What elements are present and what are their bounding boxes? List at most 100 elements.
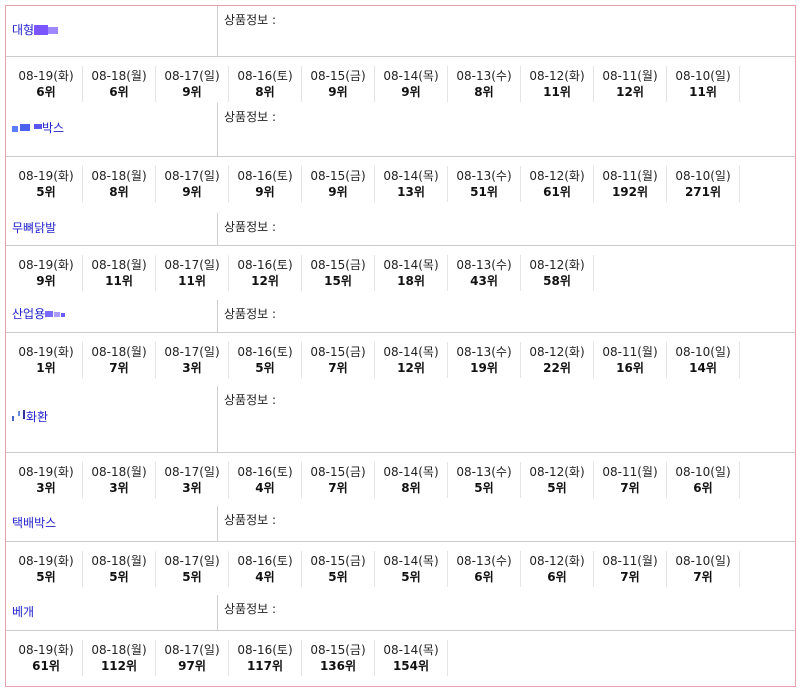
rank-value: 61위 — [32, 659, 60, 673]
rank-cell: 08-16(토) 12위 — [229, 255, 302, 291]
product-keyword-link[interactable]: 베개 — [12, 604, 34, 620]
rank-date: 08-14(목) — [383, 169, 439, 183]
rank-date: 08-13(수) — [456, 258, 512, 272]
rank-date: 08-17(일) — [164, 258, 220, 272]
product-keyword-text: 박스 — [42, 121, 65, 135]
product-keyword-link[interactable]: 박스 — [12, 120, 64, 136]
rank-value: 9위 — [328, 185, 348, 199]
rank-cell: 08-14(목) 8위 — [375, 462, 448, 498]
rank-cell: 08-14(목) 154위 — [375, 640, 448, 676]
rank-date: 08-12(화) — [529, 258, 585, 272]
rank-cell: 08-17(일) 11위 — [156, 255, 229, 291]
rank-value: 5위 — [36, 570, 56, 584]
rank-cell: 08-15(금) 15위 — [302, 255, 375, 291]
rank-cell: 08-18(월) 8위 — [83, 166, 156, 202]
rank-value: 7위 — [693, 570, 713, 584]
product-keyword-text: 베개 — [12, 605, 35, 619]
rank-value: 3위 — [36, 481, 56, 495]
rank-date: 08-19(화) — [18, 554, 74, 568]
rank-cell: 08-18(월) 3위 — [83, 462, 156, 498]
rank-value: 11위 — [689, 85, 717, 99]
rank-cell: 08-17(일) 9위 — [156, 66, 229, 102]
rank-date: 08-13(수) — [456, 465, 512, 479]
product-info-label: 상품정보 : — [224, 307, 277, 321]
rank-value: 117위 — [246, 659, 284, 673]
rank-cell: 08-13(수) 19위 — [448, 342, 521, 378]
rank-date: 08-12(화) — [529, 69, 585, 83]
rank-cell: 08-15(금) 7위 — [302, 462, 375, 498]
rank-cell: 08-16(토) 9위 — [229, 166, 302, 202]
rank-date: 08-16(토) — [237, 643, 293, 657]
rank-date: 08-14(목) — [383, 465, 439, 479]
rank-cell: 08-13(수) 6위 — [448, 551, 521, 587]
rank-value: 5위 — [36, 185, 56, 199]
rank-value: 43위 — [470, 274, 498, 288]
rank-value: 9위 — [36, 274, 56, 288]
product-keyword-link[interactable]: 화환 — [12, 409, 48, 425]
rank-date: 08-16(토) — [237, 345, 293, 359]
rank-date: 08-13(수) — [456, 345, 512, 359]
product-keyword-link[interactable]: 택배박스 — [12, 515, 56, 531]
rank-date: 08-19(화) — [18, 169, 74, 183]
redacted-text-icon — [45, 311, 66, 317]
rank-value: 8위 — [255, 85, 275, 99]
rank-date: 08-15(금) — [310, 554, 366, 568]
product-header: 화환 상품정보 : — [6, 386, 795, 453]
rank-cell: 08-15(금) 5위 — [302, 551, 375, 587]
rank-date: 08-10(일) — [675, 465, 731, 479]
rank-value: 9위 — [182, 85, 202, 99]
rank-date: 08-15(금) — [310, 643, 366, 657]
rank-date: 08-15(금) — [310, 258, 366, 272]
rank-cell: 08-11(월) 12위 — [594, 66, 667, 102]
product-header: 베개 상품정보 : — [6, 595, 795, 631]
rank-cell: 08-18(월) 7위 — [83, 342, 156, 378]
rank-date: 08-10(일) — [675, 345, 731, 359]
rank-date: 08-18(월) — [91, 345, 147, 359]
rank-date: 08-17(일) — [164, 169, 220, 183]
rank-cell: 08-11(월) 16위 — [594, 342, 667, 378]
rank-cell: 08-13(수) 43위 — [448, 255, 521, 291]
product-keyword-link[interactable]: 산업용 — [12, 306, 66, 322]
rank-value: 22위 — [543, 361, 571, 375]
rank-date: 08-11(월) — [602, 169, 658, 183]
rank-cell: 08-14(목) 9위 — [375, 66, 448, 102]
rank-date: 08-18(월) — [91, 643, 147, 657]
rank-date: 08-17(일) — [164, 465, 220, 479]
rank-value: 8위 — [109, 185, 129, 199]
rank-date: 08-13(수) — [456, 554, 512, 568]
rank-date: 08-17(일) — [164, 345, 220, 359]
rank-cell: 08-15(금) 9위 — [302, 166, 375, 202]
redacted-text-icon — [34, 25, 59, 35]
rank-value: 192위 — [611, 185, 649, 199]
rank-cell: 08-16(토) 8위 — [229, 66, 302, 102]
column-divider — [217, 595, 218, 630]
rank-cell: 08-15(금) 9위 — [302, 66, 375, 102]
rank-date: 08-13(수) — [456, 169, 512, 183]
rank-cell: 08-12(화) 58위 — [521, 255, 594, 291]
rank-value: 6위 — [36, 85, 56, 99]
redacted-text-icon — [12, 410, 25, 421]
rank-value: 7위 — [620, 570, 640, 584]
rank-date: 08-14(목) — [383, 554, 439, 568]
product-info-label: 상품정보 : — [224, 513, 277, 527]
rank-date: 08-15(금) — [310, 345, 366, 359]
rank-date: 08-19(화) — [18, 465, 74, 479]
product-keyword-link[interactable]: 대형 — [12, 22, 59, 38]
rank-date: 08-17(일) — [164, 554, 220, 568]
product-keyword-text: 무뼈닭발 — [12, 221, 57, 235]
rank-value: 12위 — [397, 361, 425, 375]
product-keyword-text: 대형 — [12, 23, 35, 37]
rank-value: 5위 — [401, 570, 421, 584]
rank-value: 5위 — [109, 570, 129, 584]
rank-cell: 08-19(화) 9위 — [10, 255, 83, 291]
product-info-label: 상품정보 : — [224, 393, 277, 407]
product-header: 택배박스 상품정보 : — [6, 506, 795, 542]
rank-cell: 08-16(토) 4위 — [229, 551, 302, 587]
rank-value: 6위 — [474, 570, 494, 584]
product-keyword-text: 택배박스 — [12, 516, 57, 530]
rank-cell: 08-19(화) 1위 — [10, 342, 83, 378]
rank-date: 08-13(수) — [456, 69, 512, 83]
redacted-text-icon — [12, 124, 42, 132]
rank-value: 7위 — [109, 361, 129, 375]
product-keyword-link[interactable]: 무뼈닭발 — [12, 220, 56, 236]
